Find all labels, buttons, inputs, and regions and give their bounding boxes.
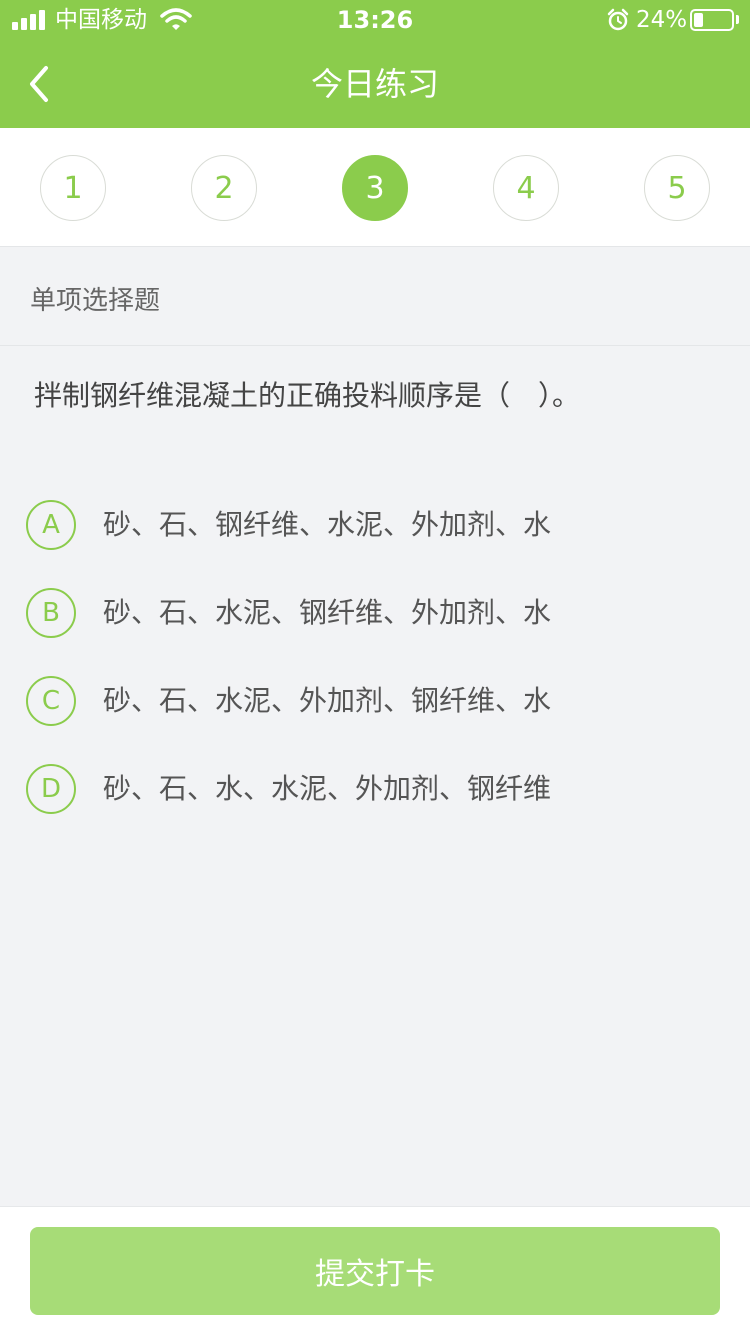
battery-level <box>694 13 703 27</box>
question-number-4[interactable]: 4 <box>493 155 559 221</box>
question-number-2[interactable]: 2 <box>191 155 257 221</box>
question-text: 拌制钢纤维混凝土的正确投料顺序是（ ）。 <box>34 379 581 412</box>
page-title: 今日练习 <box>310 65 439 103</box>
battery-icon <box>690 9 734 31</box>
option-letter: A <box>26 500 76 550</box>
option-b[interactable]: B 砂、石、水泥、钢纤维、外加剂、水 <box>26 588 726 640</box>
option-text: 砂、石、水泥、钢纤维、外加剂、水 <box>103 596 552 629</box>
option-letter: D <box>26 764 76 814</box>
question-type-label: 单项选择题 <box>30 286 161 316</box>
option-d[interactable]: D 砂、石、水、水泥、外加剂、钢纤维 <box>26 764 726 816</box>
option-text: 砂、石、水、水泥、外加剂、钢纤维 <box>103 772 552 805</box>
option-letter: C <box>26 676 76 726</box>
question-number-strip: 1 2 3 4 5 <box>0 128 750 247</box>
alarm-icon <box>607 8 629 31</box>
battery-tip <box>736 15 739 24</box>
nav-bar: 今日练习 <box>0 40 750 128</box>
question-number-3[interactable]: 3 <box>342 155 408 221</box>
option-text: 砂、石、水泥、外加剂、钢纤维、水 <box>103 684 552 717</box>
submit-checkin-button[interactable]: 提交打卡 <box>30 1227 720 1315</box>
option-c[interactable]: C 砂、石、水泥、外加剂、钢纤维、水 <box>26 676 726 728</box>
question-number-5[interactable]: 5 <box>644 155 710 221</box>
practice-page: 中国移动 13:26 24% 今日练习 1 2 3 4 5 单项选择题 拌制钢纤… <box>0 0 750 1334</box>
question-number-1[interactable]: 1 <box>40 155 106 221</box>
option-letter: B <box>26 588 76 638</box>
section-divider <box>0 345 750 346</box>
battery-percent: 24% <box>636 7 688 33</box>
option-text: 砂、石、钢纤维、水泥、外加剂、水 <box>103 508 552 541</box>
option-a[interactable]: A 砂、石、钢纤维、水泥、外加剂、水 <box>26 500 726 552</box>
app-header: 中国移动 13:26 24% 今日练习 <box>0 0 750 128</box>
status-bar: 中国移动 13:26 24% <box>0 0 750 40</box>
bottom-bar: 提交打卡 <box>0 1206 750 1334</box>
